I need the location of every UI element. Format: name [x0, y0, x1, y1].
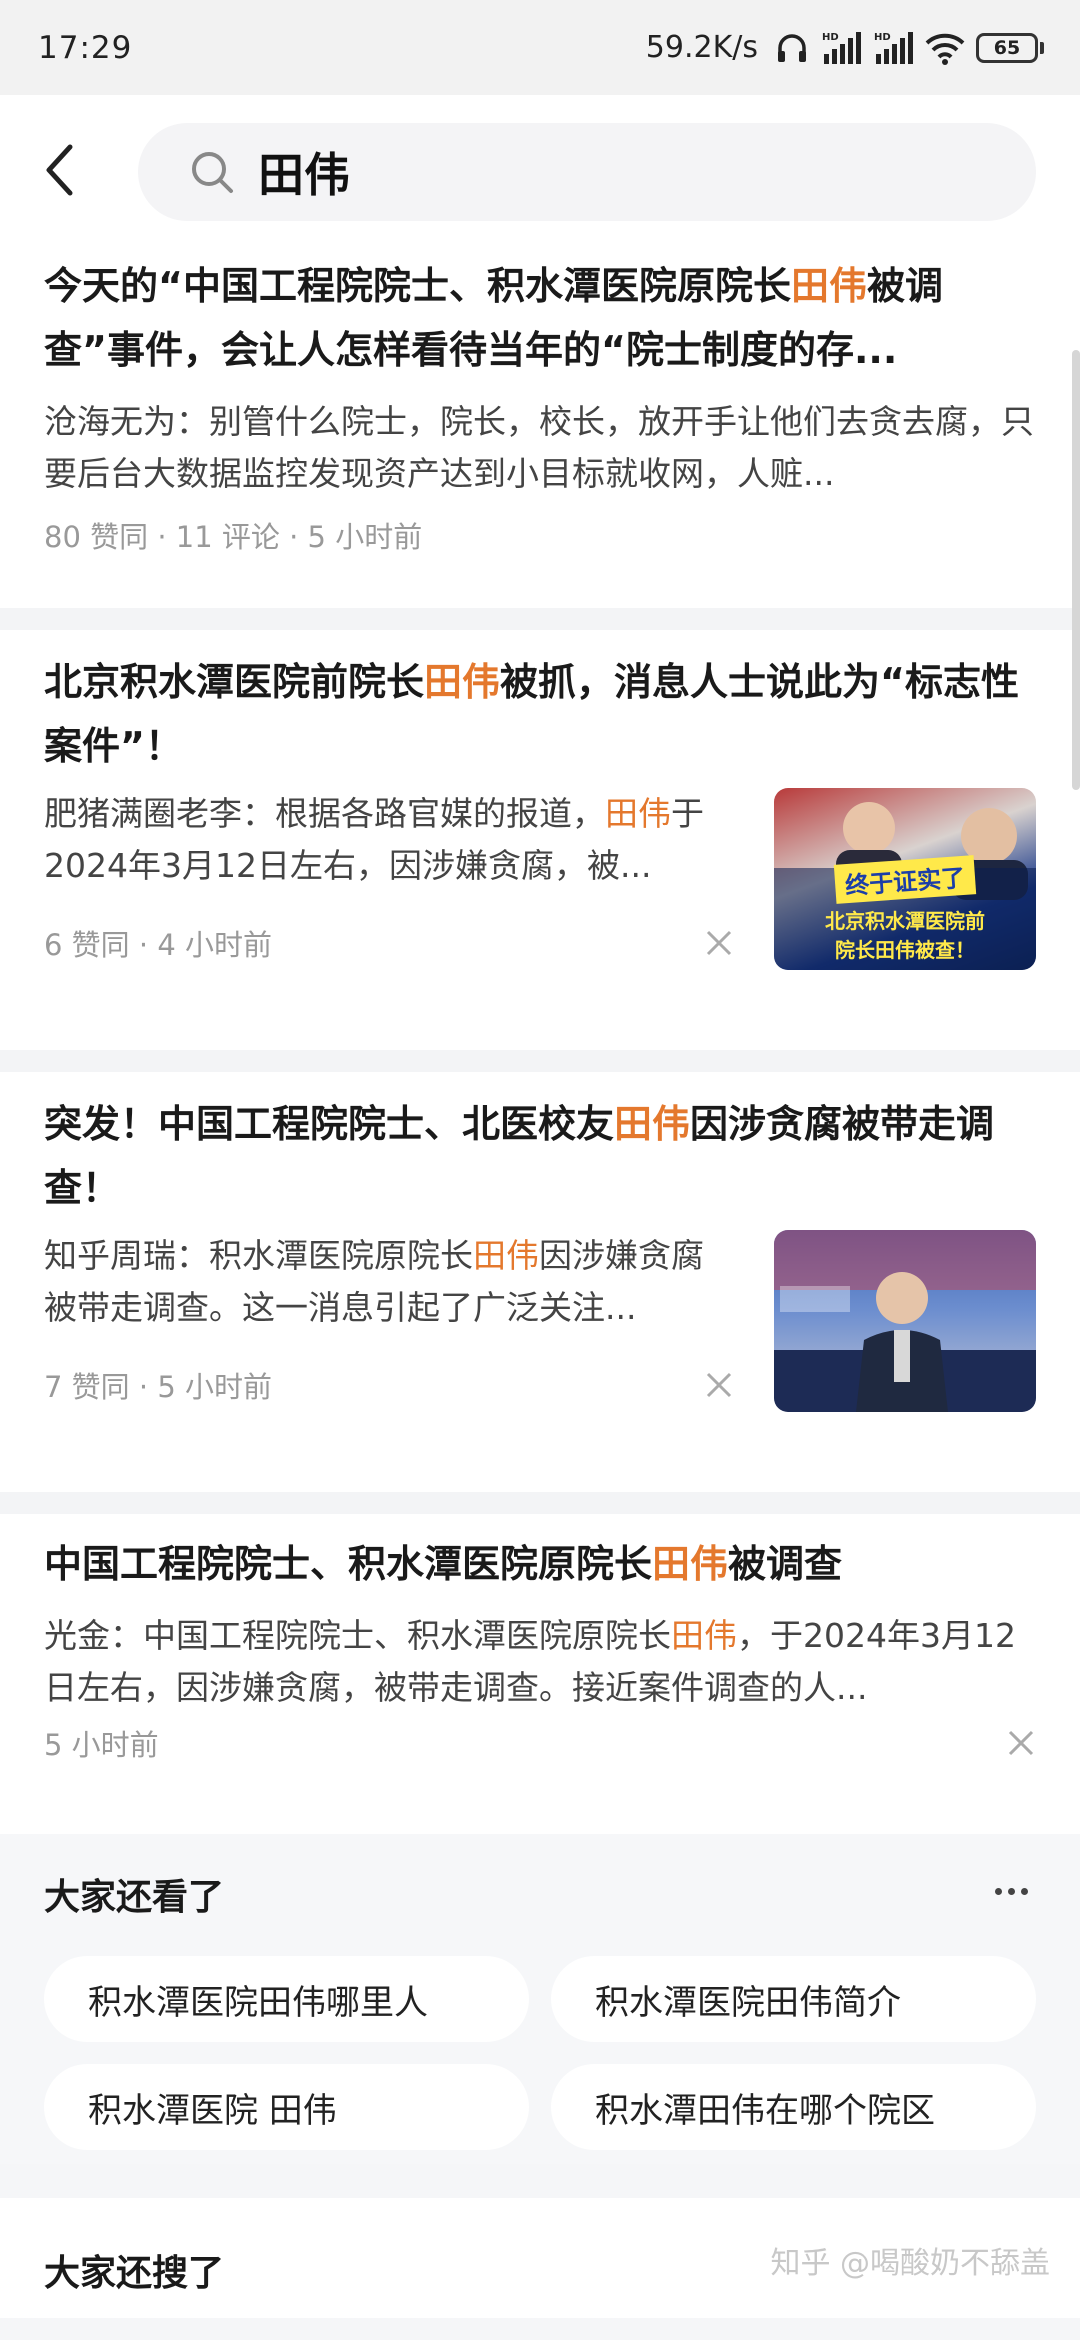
search-icon: [190, 150, 234, 194]
signal-hd-icon: HD: [820, 30, 862, 66]
result-card[interactable]: 北京积水潭医院前院长田伟被抓，消息人士说此为“标志性案件”！ 肥猪满圈老李：根据…: [0, 630, 1080, 1050]
close-icon[interactable]: [704, 928, 734, 958]
related-chip[interactable]: 积水潭医院田伟简介: [551, 1956, 1036, 2042]
result-excerpt: 沧海无为：别管什么院士，院长，校长，放开手让他们去贪去腐，只要后台大数据监控发现…: [44, 402, 1034, 493]
search-query: 田伟: [258, 148, 350, 202]
wifi-icon: [924, 31, 966, 65]
signal-hd-icon: HD: [872, 30, 914, 66]
svg-text:HD: HD: [874, 32, 891, 43]
result-title[interactable]: 中国工程院院士、积水潭医院原院长田伟被调查: [44, 1532, 1036, 1596]
result-meta: 6 赞同 · 4 小时前: [44, 922, 734, 964]
result-card[interactable]: 突发！中国工程院院士、北医校友田伟因涉贪腐被带走调查！ 知乎周瑞：积水潭医院原院…: [0, 1072, 1080, 1492]
result-card[interactable]: 今天的“中国工程院院士、积水潭医院原院长田伟被调查”事件，会让人怎样看待当年的“…: [0, 250, 1080, 608]
search-input[interactable]: 田伟: [138, 123, 1036, 221]
svg-text:HD: HD: [822, 32, 839, 43]
back-arrow-icon: [46, 144, 73, 196]
result-meta: 5 小时前: [44, 1722, 1036, 1764]
battery-icon: 65: [976, 32, 1044, 63]
results-list: 今天的“中国工程院院士、积水潭医院原院长田伟被调查”事件，会让人怎样看待当年的“…: [0, 250, 1080, 2318]
result-title[interactable]: 突发！中国工程院院士、北医校友田伟因涉贪腐被带走调查！: [44, 1092, 1036, 1220]
related-title: 大家还看了: [44, 1877, 225, 1918]
network-speed: 59.2K/s: [645, 30, 758, 65]
status-time: 17:29: [38, 29, 133, 66]
related-section: 大家还看了 积水潭医院田伟哪里人 积水潭医院田伟简介 积水潭医院 田伟 积水潭田…: [0, 1834, 1080, 2164]
search-header: 田伟: [0, 95, 1080, 250]
result-meta: 80 赞同 · 11 评论 · 5 小时前: [44, 520, 423, 554]
more-icon[interactable]: [995, 1888, 1028, 1895]
result-meta: 7 赞同 · 5 小时前: [44, 1364, 734, 1406]
related-chip[interactable]: 积水潭医院 田伟: [44, 2064, 529, 2150]
result-thumbnail[interactable]: [774, 1230, 1036, 1412]
result-card[interactable]: 中国工程院院士、积水潭医院原院长田伟被调查 光金：中国工程院院士、积水潭医院原院…: [0, 1514, 1080, 1834]
status-right: 59.2K/s HD HD 65: [646, 30, 1044, 66]
headphones-icon: [774, 30, 810, 66]
back-button[interactable]: [34, 140, 84, 200]
battery-level: 65: [976, 32, 1038, 63]
related-chip[interactable]: 积水潭田伟在哪个院区: [551, 2064, 1036, 2150]
related-chip[interactable]: 积水潭医院田伟哪里人: [44, 1956, 529, 2042]
close-icon[interactable]: [704, 1370, 734, 1400]
result-excerpt: 肥猪满圈老李：根据各路官媒的报道，田伟于2024年3月12日左右，因涉嫌贪腐，被…: [44, 794, 704, 885]
close-icon[interactable]: [1006, 1728, 1036, 1758]
scrollbar[interactable]: [1072, 350, 1080, 790]
thumbnail-caption: 终于证实了 北京积水潭医院前 院长田伟被查！: [774, 855, 1036, 963]
result-title[interactable]: 今天的“中国工程院院士、积水潭医院原院长田伟被调查”事件，会让人怎样看待当年的“…: [44, 254, 1036, 382]
related-chips: 积水潭医院田伟哪里人 积水潭医院田伟简介 积水潭医院 田伟 积水潭田伟在哪个院区: [44, 1956, 1036, 2150]
watermark: 知乎 @喝酸奶不舔盖: [770, 2246, 1050, 2281]
result-thumbnail[interactable]: 终于证实了 北京积水潭医院前 院长田伟被查！: [774, 788, 1036, 970]
result-title[interactable]: 北京积水潭医院前院长田伟被抓，消息人士说此为“标志性案件”！: [44, 650, 1036, 778]
result-excerpt: 光金：中国工程院院士、积水潭医院原院长田伟，于2024年3月12日左右，因涉嫌贪…: [44, 1616, 1016, 1707]
result-excerpt: 知乎周瑞：积水潭医院原院长田伟因涉嫌贪腐被带走调查。这一消息引起了广泛关注...: [44, 1236, 704, 1327]
searched-section: 大家还搜了 知乎 @喝酸奶不舔盖: [0, 2198, 1080, 2318]
status-bar: 17:29 59.2K/s HD HD 65: [0, 0, 1080, 95]
